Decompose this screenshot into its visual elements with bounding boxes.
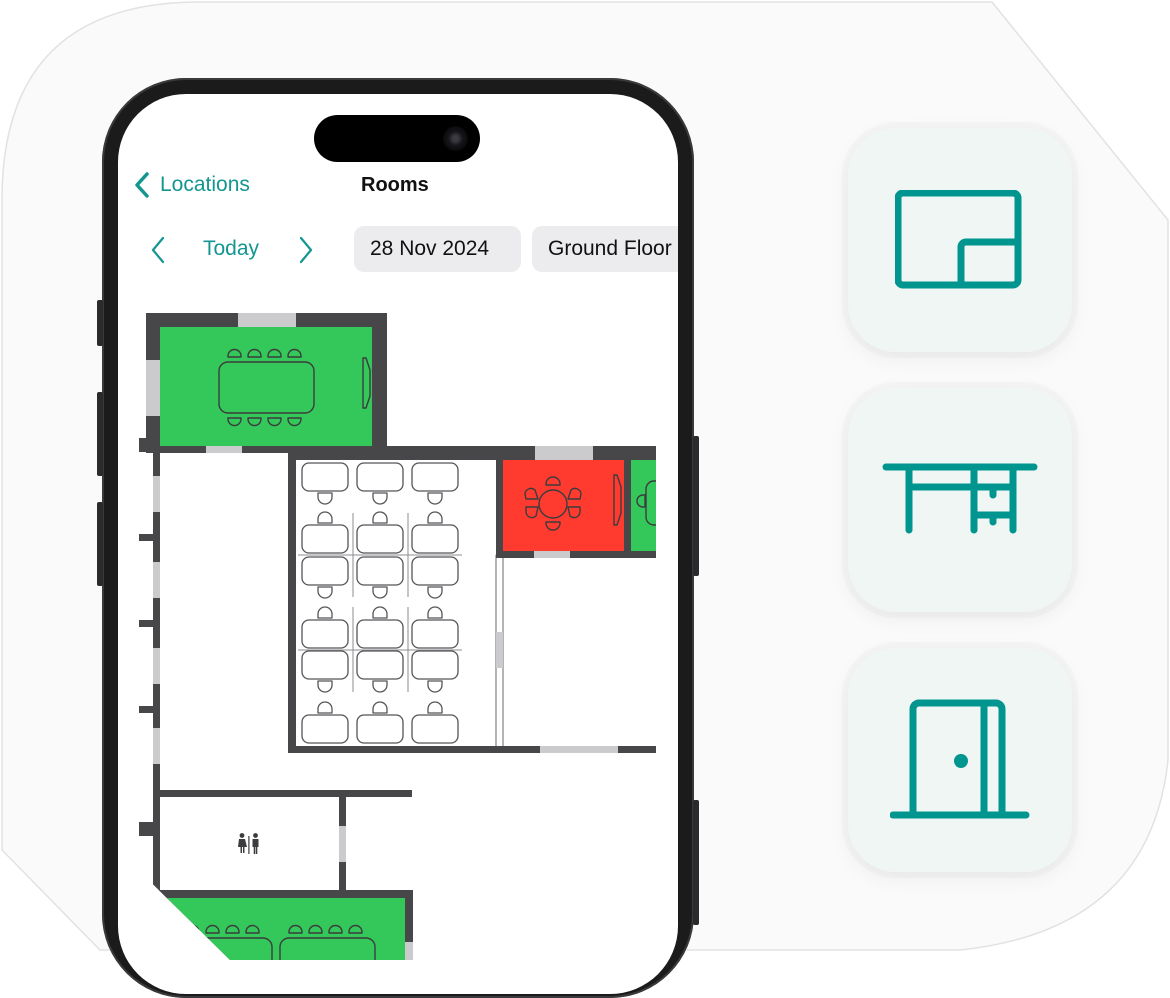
date-picker[interactable]: 28 Nov 2024: [354, 226, 521, 272]
meeting-room-partial-available[interactable]: [624, 446, 657, 558]
desk-chair: [427, 492, 443, 505]
window: [146, 360, 160, 416]
desk-chair: [372, 606, 388, 619]
desk-chair: [317, 586, 333, 599]
desk-chair: [427, 586, 443, 599]
desk[interactable]: [301, 556, 349, 586]
window: [535, 446, 593, 460]
desk[interactable]: [356, 650, 404, 680]
desk[interactable]: [356, 524, 404, 554]
phone-action-button: [97, 300, 103, 346]
desk-chair: [427, 680, 443, 693]
phone-volume-up-button: [97, 392, 103, 476]
desk[interactable]: [411, 619, 459, 649]
desk-chair: [372, 680, 388, 693]
meeting-room-bottom-available[interactable]: [153, 890, 413, 960]
door-gap: [534, 551, 570, 558]
desk[interactable]: [301, 462, 349, 492]
desk-chair: [372, 511, 388, 524]
door-icon: [890, 699, 1030, 819]
restroom[interactable]: [153, 790, 413, 899]
desk[interactable]: [356, 619, 404, 649]
floor-plan-map[interactable]: [118, 290, 678, 960]
desk[interactable]: [301, 524, 349, 554]
desk[interactable]: [411, 556, 459, 586]
meeting-room-8-available[interactable]: [146, 313, 387, 453]
back-button-label: Locations: [160, 173, 250, 196]
desk-chair: [372, 492, 388, 505]
dynamic-island: [314, 115, 480, 162]
window: [238, 313, 296, 327]
desk-chair: [317, 511, 333, 524]
desk-chair: [372, 701, 388, 714]
restroom-icon: [238, 833, 259, 854]
floor-plan-icon: [895, 190, 1022, 289]
meeting-room-6-booked[interactable]: [496, 446, 631, 558]
floor-plan-tile[interactable]: [848, 128, 1072, 352]
desk-chair: [317, 492, 333, 505]
desk-chair: [317, 701, 333, 714]
desk-chair: [317, 606, 333, 619]
phone-volume-down-button: [97, 502, 103, 586]
phone-camera-control: [693, 800, 699, 925]
phone-power-button: [693, 436, 699, 576]
open-desk-area[interactable]: [288, 453, 502, 753]
desk-chair: [427, 511, 443, 524]
page-title: Rooms: [361, 174, 429, 196]
desk[interactable]: [301, 619, 349, 649]
desk[interactable]: [411, 524, 459, 554]
desk[interactable]: [301, 650, 349, 680]
today-button[interactable]: Today: [203, 237, 259, 261]
front-camera-icon: [443, 126, 468, 151]
desk[interactable]: [356, 556, 404, 586]
desk[interactable]: [411, 462, 459, 492]
door-gap: [206, 446, 242, 453]
date-floor-bar: Today 28 Nov 2024 Ground Floor: [134, 226, 678, 272]
desk[interactable]: [411, 650, 459, 680]
desk[interactable]: [356, 714, 404, 744]
desk[interactable]: [301, 714, 349, 744]
chevron-left-icon: [135, 172, 149, 198]
back-button[interactable]: Locations: [134, 172, 250, 198]
floor-picker[interactable]: Ground Floor: [532, 226, 678, 272]
desk-chair: [317, 680, 333, 693]
next-day-button[interactable]: [298, 236, 314, 264]
desk-chair: [427, 606, 443, 619]
previous-day-button[interactable]: [150, 236, 166, 264]
desk[interactable]: [411, 714, 459, 744]
desk[interactable]: [356, 462, 404, 492]
desk-chair: [427, 701, 443, 714]
desk-chair: [372, 586, 388, 599]
desk-icon: [882, 463, 1038, 534]
desk-tile[interactable]: [848, 388, 1072, 612]
room-tile[interactable]: [848, 648, 1072, 872]
